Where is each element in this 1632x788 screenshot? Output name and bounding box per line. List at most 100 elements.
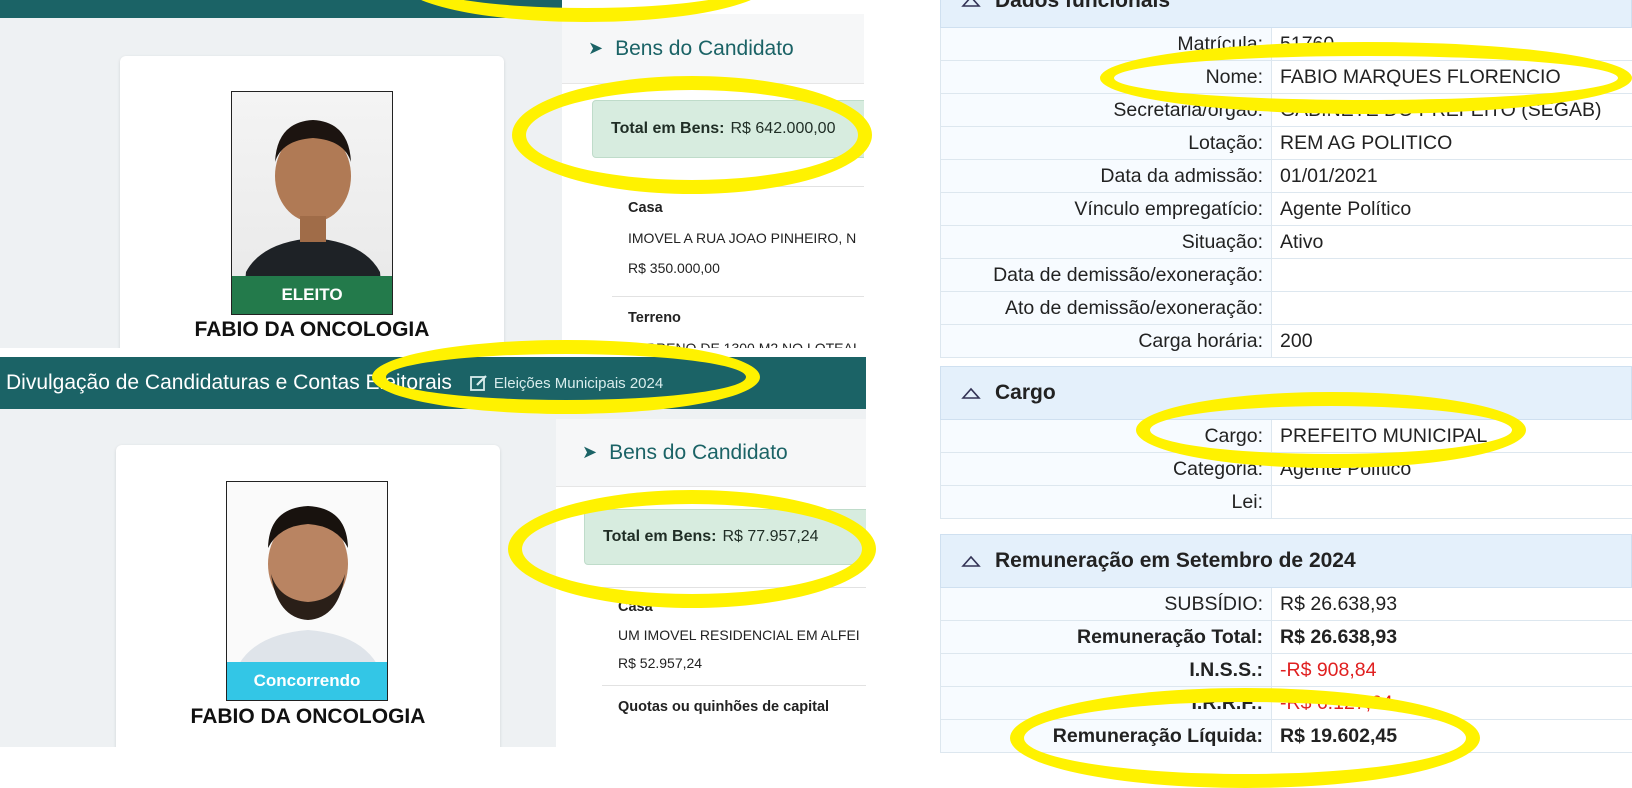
row-value: -R$ 6.127,64	[1280, 691, 1393, 714]
row-label: Situação:	[941, 226, 1272, 258]
item-value: R$ 52.957,24	[618, 655, 703, 671]
row-label: Remuneração Total:	[941, 621, 1272, 653]
item-title: Casa	[628, 200, 663, 216]
row-label: SUBSÍDIO:	[941, 588, 1272, 620]
candidate-card: Concorrendo FABIO DA ONCOLOGIA	[116, 445, 500, 747]
row-label: Remuneração Líquida:	[941, 720, 1272, 752]
election-link[interactable]: Eleições Municipais 2024	[470, 374, 663, 392]
upper-candidate-screen: ELEITO FABIO DA ONCOLOGIA ➤ Bens do Cand…	[0, 0, 864, 348]
election-label: Eleições Municipais 2024	[493, 374, 664, 392]
total-label: Total em Bens:	[611, 120, 725, 137]
section-remuneracao[interactable]: Remuneração em Setembro de 2024	[940, 534, 1632, 588]
section-title: Remuneração em Setembro de 2024	[995, 549, 1356, 572]
candidate-name: FABIO DA ONCOLOGIA	[194, 318, 430, 341]
row-label: Nome:	[941, 61, 1272, 93]
total-bens: Total em Bens: R$ 77.957,24	[584, 509, 866, 565]
table-row: Nome: FABIO MARQUES FLORENCIO	[940, 61, 1632, 94]
site-title[interactable]: Divulgação de Candidaturas e Contas Elei…	[6, 371, 452, 395]
row-label: Vínculo empregatício:	[941, 193, 1272, 225]
row-label: Data da admissão:	[941, 160, 1272, 192]
item-title: Casa	[618, 599, 653, 615]
list-item: Casa UM IMOVEL RESIDENCIAL EM ALFEI R$ 5…	[618, 599, 866, 671]
section-cargo[interactable]: Cargo	[940, 366, 1632, 420]
row-value	[1272, 292, 1280, 324]
item-title: Terreno	[628, 310, 681, 326]
row-value	[1272, 259, 1280, 291]
bens-header: ➤ Bens do Candidato	[556, 419, 866, 487]
collapse-triangle-icon	[961, 0, 981, 7]
row-value: PREFEITO MUNICIPAL	[1280, 424, 1488, 447]
edit-icon	[470, 375, 487, 391]
table-row: Secretaria/órgão: GABINETE DO PREFEITO (S…	[940, 94, 1632, 127]
rocket-icon: ➤	[588, 38, 604, 58]
bens-header: ➤ Bens do Candidato	[562, 14, 864, 84]
row-label: Ato de demissão/exoneração:	[941, 292, 1272, 324]
divider	[602, 685, 866, 686]
row-value: Ativo	[1280, 230, 1324, 253]
row-label: Lei:	[941, 486, 1272, 518]
row-label: I.N.S.S.:	[941, 654, 1272, 686]
total-bens: Total em Bens: R$ 642.000,00	[592, 100, 864, 158]
row-label: Cargo:	[941, 420, 1272, 452]
row-label: Data de demissão/exoneração:	[941, 259, 1272, 291]
row-value: R$ 26.638,93	[1280, 625, 1398, 648]
total-label: Total em Bens:	[603, 528, 717, 545]
row-label: Carga horária:	[941, 325, 1272, 357]
row-value: R$ 19.602,45	[1280, 724, 1398, 747]
table-row: Matrícula: 51760	[940, 28, 1632, 61]
total-value: R$ 642.000,00	[730, 120, 836, 137]
row-label: Matrícula:	[941, 28, 1272, 60]
divider	[612, 296, 864, 297]
status-badge: ELEITO	[232, 276, 392, 314]
rocket-icon: ➤	[582, 442, 598, 462]
table-row: Carga horária: 200	[940, 325, 1632, 358]
bens-header-label: Bens do Candidato	[615, 36, 794, 60]
table-row: I.R.R.F.: -R$ 6.127,64	[940, 687, 1632, 720]
table-row: Remuneração Total: R$ 26.638,93	[940, 621, 1632, 654]
row-value: REM AG POLITICO	[1280, 131, 1453, 154]
total-value: R$ 77.957,24	[722, 528, 819, 545]
table-row: Lotação: REM AG POLITICO	[940, 127, 1632, 160]
divider	[602, 587, 866, 588]
table-row: Lei:	[940, 486, 1632, 519]
candidate-card: ELEITO FABIO DA ONCOLOGIA	[120, 56, 504, 348]
section-title: Dados funcionais	[995, 0, 1171, 12]
row-label: Lotação:	[941, 127, 1272, 159]
servidor-screen: Dados funcionais Matrícula: 51760 Nome: FAB…	[940, 0, 1632, 768]
item-description: TERRENO DE 1300 M2 NO LOTEAI	[628, 340, 857, 348]
row-value	[1272, 486, 1280, 518]
collapse-triangle-icon	[961, 555, 981, 567]
table-row: I.N.S.S.: -R$ 908,84	[940, 654, 1632, 687]
row-value: 51760	[1280, 32, 1335, 55]
bens-header-label: Bens do Candidato	[609, 440, 788, 464]
section-dados-funcionais[interactable]: Dados funcionais	[940, 0, 1632, 28]
item-description: IMOVEL A RUA JOAO PINHEIRO, N	[628, 230, 857, 246]
row-value: R$ 26.638,93	[1280, 592, 1398, 615]
item-title: Quotas ou quinhões de capital	[618, 699, 830, 715]
item-description: UM IMOVEL RESIDENCIAL EM ALFEI	[618, 627, 860, 643]
candidate-name: FABIO DA ONCOLOGIA	[190, 705, 426, 728]
table-row: Data da admissão: 01/01/2021	[940, 160, 1632, 193]
table-row: Cargo: PREFEITO MUNICIPAL	[940, 420, 1632, 453]
row-label: I.R.R.F.:	[941, 687, 1272, 719]
row-value: Agente Político	[1280, 197, 1412, 220]
table-row: Ato de demissão/exoneração:	[940, 292, 1632, 325]
bens-panel: ➤ Bens do Candidato Total em Bens: R$ 77…	[556, 419, 866, 747]
row-value: GABINETE DO PREFEITO (SEGAB)	[1280, 98, 1602, 121]
row-label: Secretaria/órgão:	[941, 94, 1272, 126]
section-title: Cargo	[995, 381, 1056, 404]
row-value: FABIO MARQUES FLORENCIO	[1280, 65, 1561, 88]
list-item: Quotas ou quinhões de capital	[618, 699, 866, 715]
table-row: Remuneração Líquida: R$ 19.602,45	[940, 720, 1632, 753]
candidate-photo: ELEITO	[231, 91, 393, 315]
table-row: Vínculo empregatício: Agente Político	[940, 193, 1632, 226]
row-value: -R$ 908,84	[1280, 658, 1377, 681]
top-nav-bar: Divulgação de Candidaturas e Contas Elei…	[0, 357, 866, 409]
table-row: Data de demissão/exoneração:	[940, 259, 1632, 292]
item-value: R$ 350.000,00	[628, 260, 720, 276]
candidate-photo: Concorrendo	[226, 481, 388, 701]
table-row: Situação: Ativo	[940, 226, 1632, 259]
bens-panel: ➤ Bens do Candidato Total em Bens: R$ 64…	[562, 0, 864, 348]
row-value: 200	[1280, 329, 1313, 352]
lower-candidate-screen: Divulgação de Candidaturas e Contas Elei…	[0, 357, 866, 747]
